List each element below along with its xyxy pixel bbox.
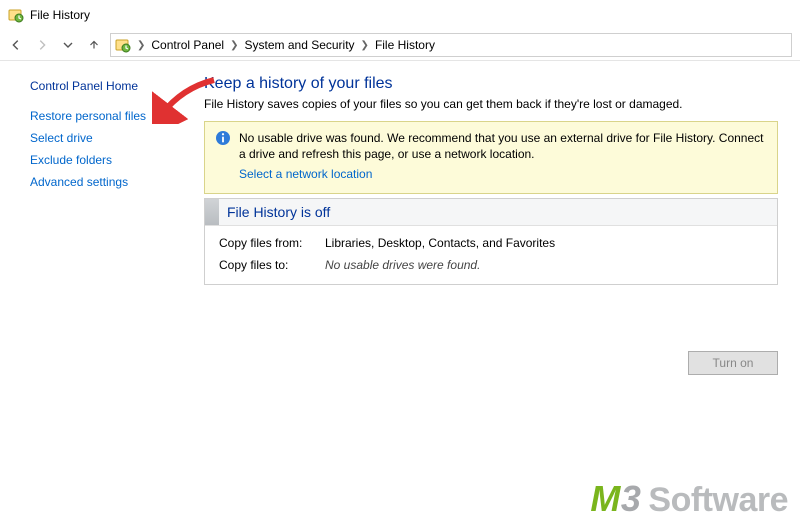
sidebar-restore-personal-files[interactable]: Restore personal files (30, 109, 180, 123)
forward-button[interactable] (34, 37, 50, 53)
sidebar-exclude-folders[interactable]: Exclude folders (30, 153, 180, 167)
watermark-3: 3 (621, 478, 641, 520)
back-button[interactable] (8, 37, 24, 53)
warning-text: No usable drive was found. We recommend … (239, 131, 763, 161)
page-heading: Keep a history of your files (204, 75, 778, 93)
watermark: M3 Software (590, 478, 788, 520)
copy-from-label: Copy files from: (219, 236, 325, 250)
sidebar-select-drive[interactable]: Select drive (30, 131, 180, 145)
copy-from-value: Libraries, Desktop, Contacts, and Favori… (325, 236, 555, 250)
control-panel-home-link[interactable]: Control Panel Home (30, 79, 180, 93)
window-title: File History (30, 8, 90, 22)
content: Keep a history of your files File Histor… (190, 61, 800, 528)
watermark-text: Software (648, 481, 788, 520)
nav-buttons (8, 37, 102, 53)
status-header: File History is off (205, 199, 777, 226)
breadcrumb-file-history[interactable]: File History (375, 38, 435, 52)
chevron-right-icon[interactable]: ❯ (359, 40, 371, 51)
status-row-to: Copy files to: No usable drives were fou… (219, 258, 763, 272)
up-button[interactable] (86, 37, 102, 53)
chevron-right-icon[interactable]: ❯ (228, 40, 240, 51)
turn-on-button[interactable]: Turn on (688, 351, 778, 375)
page-description: File History saves copies of your files … (204, 97, 778, 111)
body: Control Panel Home Restore personal file… (0, 61, 800, 528)
status-title: File History is off (219, 199, 330, 225)
breadcrumb-system-security[interactable]: System and Security (245, 38, 355, 52)
sidebar: Control Panel Home Restore personal file… (0, 61, 190, 528)
copy-to-value: No usable drives were found. (325, 258, 480, 272)
chevron-right-icon[interactable]: ❯ (135, 40, 147, 51)
breadcrumb-control-panel[interactable]: Control Panel (151, 38, 224, 52)
select-network-location-link[interactable]: Select a network location (239, 166, 767, 182)
info-icon (215, 130, 231, 146)
warning-box: No usable drive was found. We recommend … (204, 121, 778, 194)
warning-message: No usable drive was found. We recommend … (239, 130, 767, 183)
status-box: File History is off Copy files from: Lib… (204, 198, 778, 285)
copy-to-label: Copy files to: (219, 258, 325, 272)
file-history-icon (8, 7, 24, 23)
status-row-from: Copy files from: Libraries, Desktop, Con… (219, 236, 763, 250)
titlebar: File History (0, 0, 800, 30)
address-bar[interactable]: ❯ Control Panel ❯ System and Security ❯ … (110, 33, 792, 57)
sidebar-advanced-settings[interactable]: Advanced settings (30, 175, 180, 189)
status-header-accent (205, 199, 219, 225)
status-rows: Copy files from: Libraries, Desktop, Con… (205, 226, 777, 284)
nav-toolbar: ❯ Control Panel ❯ System and Security ❯ … (0, 30, 800, 61)
recent-locations-dropdown[interactable] (60, 37, 76, 53)
watermark-m: M (590, 478, 620, 520)
location-icon (115, 37, 131, 53)
